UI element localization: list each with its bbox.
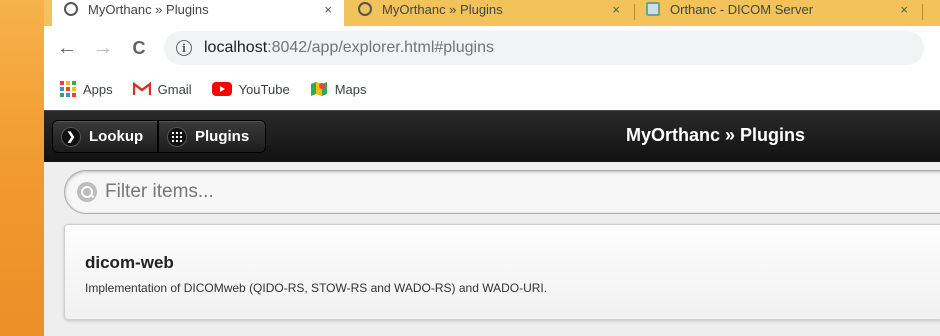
tab-close-icon[interactable]: × xyxy=(612,2,620,17)
chevron-right-icon: ❯ xyxy=(61,126,81,147)
bookmark-label: Apps xyxy=(83,81,113,97)
plugins-content: dicom-web Implementation of DICOMweb (QI… xyxy=(44,162,940,336)
bookmark-label: Gmail xyxy=(157,81,192,97)
site-info-icon[interactable]: i xyxy=(176,40,192,56)
orthanc-header-bar: ❯ Lookup Plugins MyOrthanc » Plugins xyxy=(44,110,940,162)
tab-title: Orthanc - DICOM Server xyxy=(670,1,814,17)
orthanc-favicon-icon xyxy=(64,2,78,16)
bookmark-apps[interactable]: Apps xyxy=(60,81,113,97)
search-icon xyxy=(77,182,97,202)
tab-close-icon[interactable]: × xyxy=(900,2,908,17)
plugins-label: Plugins xyxy=(195,128,250,145)
bookmarks-bar: Apps Gmail YouTube Maps xyxy=(44,70,940,108)
youtube-icon xyxy=(211,82,232,96)
apps-grid-icon xyxy=(60,81,76,97)
tab-separator xyxy=(922,4,923,20)
plugin-name: dicom-web xyxy=(85,253,174,272)
browser-window: MyOrthanc » Plugins × MyOrthanc » Plugin… xyxy=(44,0,940,336)
bookmark-label: Maps xyxy=(334,81,367,97)
orthanc-favicon-icon xyxy=(358,2,372,16)
url-host: localhost xyxy=(204,39,268,56)
gmail-icon xyxy=(132,82,151,96)
plugins-button[interactable]: Plugins xyxy=(158,120,266,153)
url-path: :8042/app/explorer.html#plugins xyxy=(267,39,494,56)
tab-strip: MyOrthanc » Plugins × MyOrthanc » Plugin… xyxy=(44,0,940,26)
tab-orthanc-dicom-server[interactable]: Orthanc - DICOM Server × xyxy=(634,0,920,26)
maps-icon xyxy=(310,80,328,98)
filter-box[interactable] xyxy=(64,170,940,214)
bookmark-youtube[interactable]: YouTube xyxy=(211,81,290,97)
browser-toolbar: ← → C i localhost:8042/app/explorer.html… xyxy=(44,26,940,70)
bookmark-label: YouTube xyxy=(238,81,290,97)
plugin-list-item[interactable]: dicom-web Implementation of DICOMweb (QI… xyxy=(64,224,940,320)
lookup-label: Lookup xyxy=(89,128,144,145)
filter-input[interactable] xyxy=(105,181,865,203)
grid-icon xyxy=(167,126,187,147)
reload-button[interactable]: C xyxy=(126,35,152,61)
back-button[interactable]: ← xyxy=(54,35,80,61)
bookmark-maps[interactable]: Maps xyxy=(310,80,367,98)
plugin-description: Implementation of DICOMweb (QIDO-RS, STO… xyxy=(85,281,548,295)
forward-button[interactable]: → xyxy=(90,35,116,61)
tab-title: MyOrthanc » Plugins xyxy=(88,1,209,17)
desktop-background xyxy=(0,0,44,336)
dicom-favicon-icon xyxy=(646,2,660,16)
tab-close-icon[interactable]: × xyxy=(324,2,332,17)
lookup-button[interactable]: ❯ Lookup xyxy=(52,120,158,153)
address-bar[interactable]: i localhost:8042/app/explorer.html#plugi… xyxy=(164,31,924,65)
bookmark-gmail[interactable]: Gmail xyxy=(132,81,192,97)
page-title: MyOrthanc » Plugins xyxy=(626,125,806,145)
tab-title: MyOrthanc » Plugins xyxy=(382,1,503,17)
tab-myorthanc-plugins[interactable]: MyOrthanc » Plugins × xyxy=(346,0,632,26)
tab-myorthanc-plugins-active[interactable]: MyOrthanc » Plugins × xyxy=(52,0,344,26)
